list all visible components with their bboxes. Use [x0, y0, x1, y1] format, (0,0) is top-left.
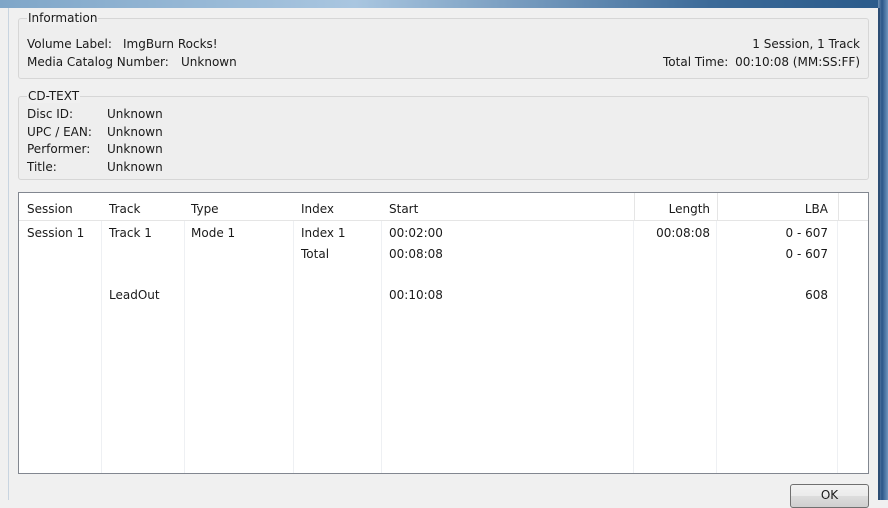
- header-track[interactable]: Track: [109, 202, 140, 216]
- cell-type: Mode 1: [191, 226, 236, 240]
- ok-button[interactable]: OK: [790, 484, 869, 508]
- cell-start: 00:10:08: [389, 288, 443, 303]
- disc-id-value: Unknown: [107, 107, 163, 121]
- cell-track: LeadOut: [109, 288, 160, 303]
- performer-value: Unknown: [107, 142, 163, 156]
- performer-key: Performer:: [27, 142, 91, 156]
- session-count: 1 Session, 1 Track: [752, 37, 860, 51]
- cell-track: Track 1: [109, 226, 152, 240]
- header-type[interactable]: Type: [191, 202, 219, 216]
- header-length[interactable]: Length: [669, 202, 710, 216]
- total-time-value: 00:10:08 (MM:SS:FF): [735, 55, 860, 69]
- cell-start: 00:08:08: [389, 246, 443, 261]
- cdtext-group: CD-TEXT Disc ID: Unknown UPC / EAN: Unkn…: [18, 89, 869, 180]
- table-row[interactable]: Total 00:08:08 0 - 607: [19, 247, 868, 267]
- cell-session: Session 1: [27, 226, 85, 240]
- title-value: Unknown: [107, 160, 163, 174]
- table-header: Session Track Type Index Start Length LB…: [19, 193, 868, 221]
- header-lba[interactable]: LBA: [805, 202, 828, 216]
- mcn-value: Unknown: [181, 55, 237, 69]
- upc-value: Unknown: [107, 125, 163, 139]
- total-time-key: Total Time:: [663, 55, 729, 69]
- information-group: Information Volume Label: ImgBurn Rocks!…: [18, 11, 869, 79]
- header-session[interactable]: Session: [27, 202, 73, 216]
- volume-label-key: Volume Label:: [27, 37, 112, 51]
- cell-index: Index 1: [301, 226, 346, 240]
- title-key: Title:: [27, 160, 57, 174]
- cell-lba: 608: [805, 288, 828, 303]
- cell-length: 00:08:08: [656, 226, 710, 240]
- header-start[interactable]: Start: [389, 202, 418, 216]
- cdtext-title: CD-TEXT: [27, 89, 81, 103]
- table-row[interactable]: [19, 267, 868, 287]
- disc-id-key: Disc ID:: [27, 107, 74, 121]
- volume-label-value: ImgBurn Rocks!: [123, 37, 218, 51]
- upc-key: UPC / EAN:: [27, 125, 92, 139]
- window-frame-right: [878, 0, 888, 500]
- table-row[interactable]: Session 1 Track 1 Mode 1 Index 1 00:02:00 00:…: [19, 226, 868, 246]
- cell-index: Total: [301, 246, 330, 261]
- mcn-key: Media Catalog Number:: [27, 55, 169, 69]
- cell-lba: 0 - 607: [785, 246, 829, 261]
- information-title: Information: [27, 11, 99, 25]
- track-table[interactable]: Session Track Type Index Start Length LB…: [18, 192, 869, 474]
- table-row[interactable]: LeadOut 00:10:08 608: [19, 288, 868, 308]
- cell-start: 00:02:00: [389, 226, 443, 240]
- cell-lba: 0 - 607: [785, 226, 829, 240]
- window-title-bar: [0, 0, 888, 8]
- header-index[interactable]: Index: [301, 202, 334, 216]
